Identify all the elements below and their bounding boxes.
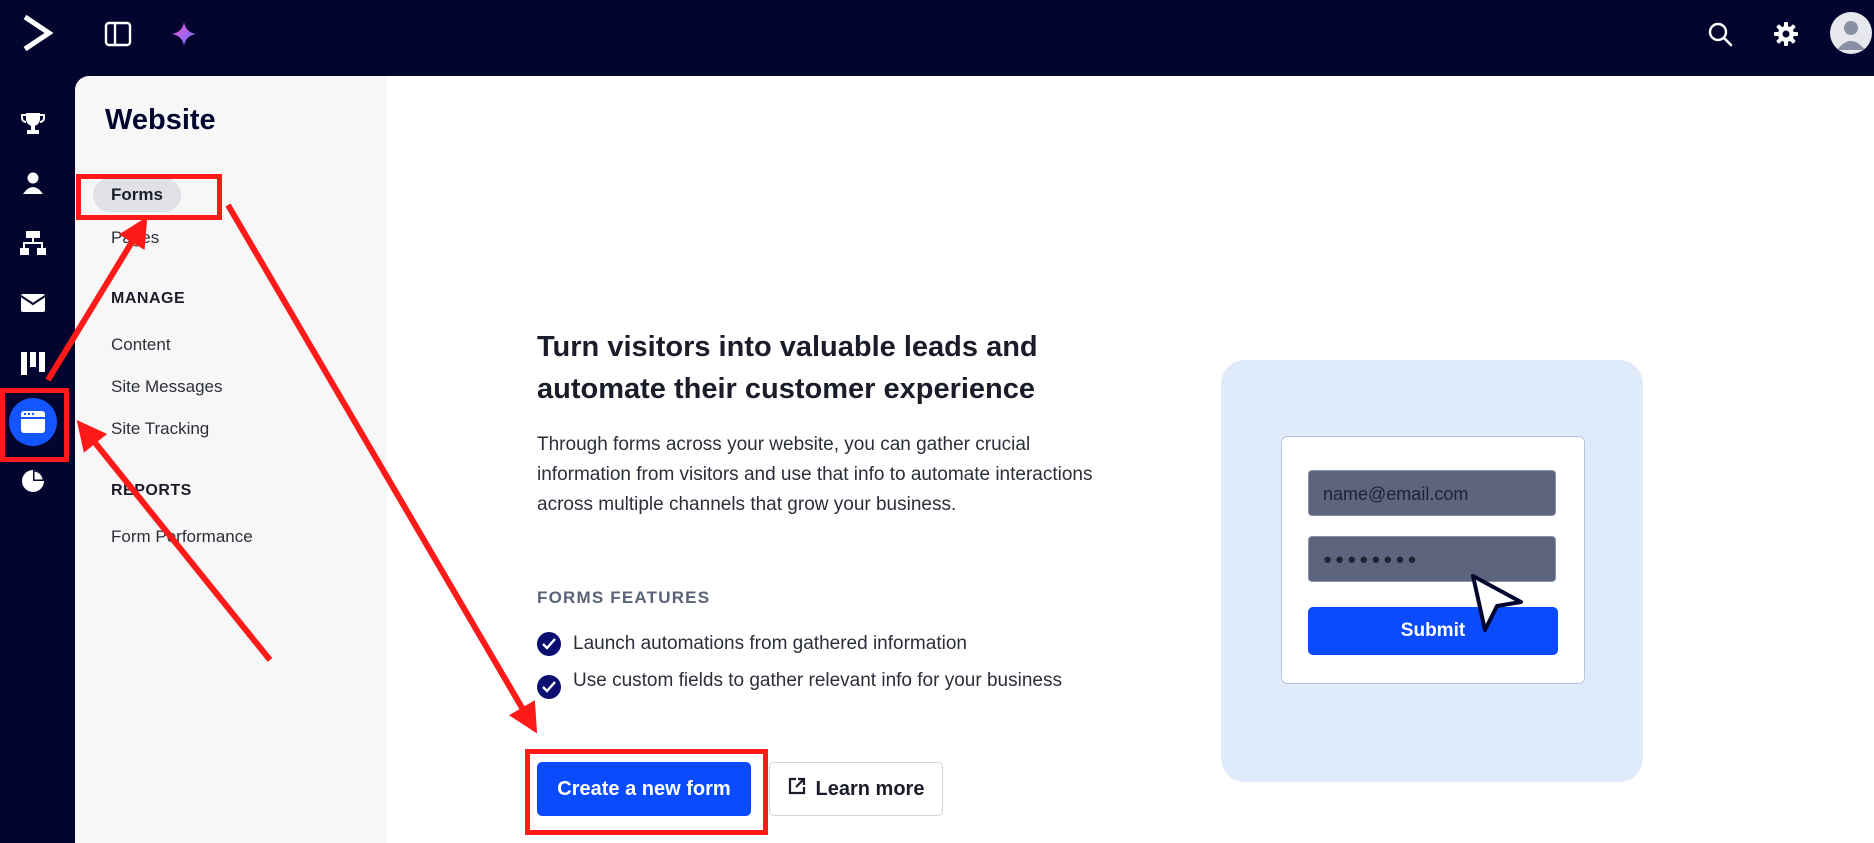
user-avatar-icon[interactable] bbox=[1830, 12, 1872, 54]
illustration-email-field: name@email.com bbox=[1308, 470, 1556, 516]
form-illustration: name@email.com ●●●●●●●● Submit bbox=[1221, 360, 1643, 782]
subnav-item-pages[interactable]: Pages bbox=[111, 228, 159, 248]
subnav-item-site-messages[interactable]: Site Messages bbox=[111, 377, 223, 397]
sidebar-panel-icon[interactable] bbox=[98, 16, 138, 52]
cursor-arrow-icon bbox=[1465, 572, 1529, 641]
subnav-title: Website bbox=[105, 104, 216, 136]
subnav-heading-reports: REPORTS bbox=[111, 482, 192, 499]
subnav-item-content[interactable]: Content bbox=[111, 335, 171, 355]
website-icon[interactable] bbox=[9, 398, 57, 446]
create-new-form-button[interactable]: Create a new form bbox=[537, 762, 751, 816]
subnav-item-forms[interactable]: Forms bbox=[93, 178, 181, 212]
subnav-item-form-performance[interactable]: Form Performance bbox=[111, 527, 253, 547]
check-circle-icon bbox=[537, 632, 561, 656]
features-heading: FORMS FEATURES bbox=[537, 588, 711, 607]
reports-icon[interactable] bbox=[12, 460, 54, 502]
subnav-item-site-tracking[interactable]: Site Tracking bbox=[111, 419, 209, 439]
email-icon[interactable] bbox=[12, 282, 54, 324]
automations-icon[interactable] bbox=[12, 222, 54, 264]
contacts-icon[interactable] bbox=[12, 162, 54, 204]
external-link-icon bbox=[788, 777, 806, 801]
illustration-form-card: name@email.com ●●●●●●●● Submit bbox=[1281, 436, 1585, 684]
top-bar bbox=[0, 0, 1874, 76]
feature-item: Launch automations from gathered informa… bbox=[537, 629, 1077, 659]
subnav-heading-manage: MANAGE bbox=[111, 290, 186, 307]
page-heading: Turn visitors into valuable leads and au… bbox=[537, 331, 1038, 405]
sparkle-icon[interactable] bbox=[164, 16, 204, 52]
search-icon[interactable] bbox=[1698, 14, 1742, 54]
feature-item: Use custom fields to gather relevant inf… bbox=[537, 666, 1077, 699]
left-rail bbox=[0, 76, 75, 843]
learn-more-button[interactable]: Learn more bbox=[769, 762, 943, 816]
feature-text: Use custom fields to gather relevant inf… bbox=[573, 670, 1062, 691]
learn-more-label: Learn more bbox=[815, 777, 925, 800]
gear-icon[interactable] bbox=[1764, 14, 1808, 54]
intro-text: Through forms across your website, you c… bbox=[537, 434, 1093, 515]
feature-text: Launch automations from gathered informa… bbox=[573, 633, 967, 654]
check-circle-icon bbox=[537, 675, 561, 699]
pipelines-icon[interactable] bbox=[12, 342, 54, 384]
main-content: Turn visitors into valuable leads and au… bbox=[387, 76, 1874, 843]
trophy-icon[interactable] bbox=[12, 102, 54, 144]
activecampaign-logo-icon[interactable] bbox=[14, 10, 60, 56]
website-subnav: Website Forms Pages MANAGE Content Site … bbox=[75, 76, 387, 843]
